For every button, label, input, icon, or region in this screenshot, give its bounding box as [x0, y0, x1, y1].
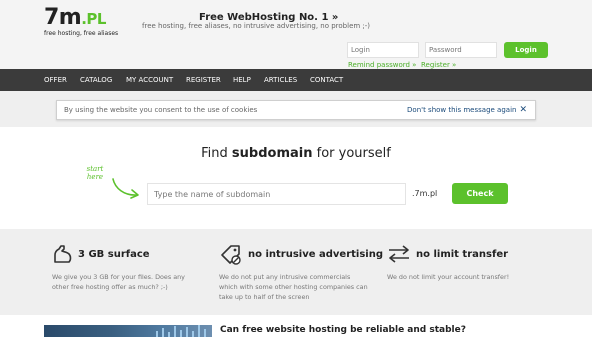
login-button[interactable]: Login [504, 42, 548, 58]
nav-item-articles[interactable]: ARTICLES [264, 69, 297, 91]
check-button[interactable]: Check [452, 183, 508, 204]
logo-wordmark: 7m.PL [44, 5, 106, 30]
flexed-arm-icon [54, 245, 72, 263]
cookie-dismiss-link[interactable]: Don't show this message again ✕ [407, 101, 527, 119]
nav-item-catalog[interactable]: CATALOG [80, 69, 112, 91]
start-here-label: start here [86, 165, 104, 181]
features-band: 3 GB surface We give you 3 GB for your f… [0, 229, 592, 315]
promo-subtitle: free hosting, free aliases, no intrusive… [142, 22, 371, 30]
curved-arrow-icon [112, 178, 139, 199]
close-icon[interactable]: ✕ [519, 101, 527, 119]
search-heading: Find subdomain for yourself [201, 146, 391, 161]
nav-item-my-account[interactable]: MY ACCOUNT [126, 69, 173, 91]
domain-suffix: .7m.pl [412, 189, 438, 198]
cookie-dismiss-label: Don't show this message again [407, 106, 517, 114]
nav-item-help[interactable]: HELP [233, 69, 251, 91]
main-nav: OFFER CATALOG MY ACCOUNT REGISTER HELP A… [0, 69, 592, 91]
logo-tagline: free hosting, free aliases [44, 30, 119, 37]
feature-desc-storage: We give you 3 GB for your files. Does an… [52, 273, 185, 291]
article-thumbnail[interactable] [44, 325, 212, 337]
subdomain-input[interactable] [147, 183, 406, 205]
nav-item-contact[interactable]: CONTACT [310, 69, 343, 91]
cookie-text: By using the website you consent to the … [64, 106, 258, 114]
feature-desc-transfer: We do not limit your account transfer! [387, 273, 510, 281]
transfer-arrows-icon [389, 245, 409, 263]
no-ads-tag-icon [221, 245, 241, 265]
article-title[interactable]: Can free website hosting be reliable and… [220, 325, 466, 335]
top-header: 7m.PL free hosting, free aliases Free We… [0, 0, 592, 69]
nav-item-register[interactable]: REGISTER [186, 69, 221, 91]
feature-title-no-ads: no intrusive advertising [248, 249, 384, 260]
feature-title-storage: 3 GB surface [78, 249, 150, 260]
password-field[interactable] [425, 42, 497, 58]
nav-item-offer[interactable]: OFFER [44, 69, 67, 91]
remind-password-link[interactable]: Remind password » [348, 61, 416, 69]
site-logo[interactable]: 7m.PL free hosting, free aliases [44, 5, 119, 38]
login-field[interactable] [347, 42, 419, 58]
feature-desc-no-ads: We do not put any intrusive commercials … [219, 273, 368, 301]
feature-title-transfer: no limit transfer [416, 249, 509, 260]
cookie-notice: By using the website you consent to the … [56, 100, 536, 120]
register-link[interactable]: Register » [421, 61, 456, 69]
